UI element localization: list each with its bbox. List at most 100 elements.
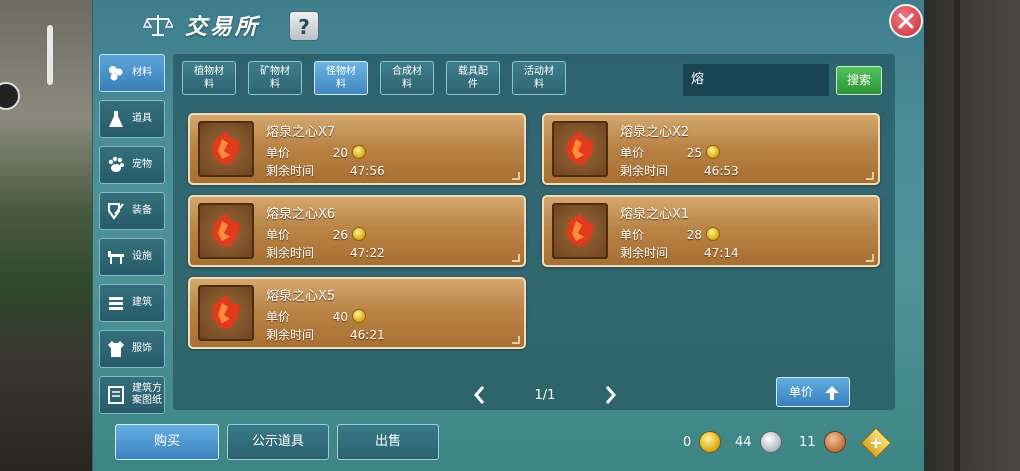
price-row: 单价 40 [266, 308, 366, 325]
tab-label: 怪物材料 [326, 66, 356, 90]
plus-icon: + [869, 433, 883, 452]
copper-amount: 11 [799, 434, 816, 450]
category-label: 服饰 [132, 343, 152, 354]
lava-heart-icon [566, 213, 594, 247]
time-value: 47:14 [704, 246, 739, 260]
tab-event-materials[interactable]: 活动材料 [512, 61, 566, 95]
category-facilities[interactable]: 设施 [99, 238, 165, 276]
category-materials[interactable]: 材料 [99, 54, 165, 92]
category-buildings[interactable]: 建筑 [99, 284, 165, 322]
building-icon [109, 297, 123, 310]
silver-amount: 44 [735, 434, 752, 450]
potion-icon [109, 111, 123, 127]
time-value: 47:56 [350, 164, 385, 178]
tab-vehicle-parts[interactable]: 载具配件 [446, 61, 500, 95]
time-row: 剩余时间 46:21 [266, 326, 385, 343]
price-row: 单价 25 [620, 144, 720, 161]
chevron-left-icon[interactable] [470, 383, 490, 407]
tab-plant-materials[interactable]: 植物材料 [182, 61, 236, 95]
gold-coin-icon [352, 309, 366, 323]
gold-coin-icon [706, 145, 720, 159]
time-row: 剩余时间 46:53 [620, 162, 739, 179]
expand-corner-icon [512, 254, 520, 262]
category-label: 建筑方案图纸 [132, 383, 162, 406]
gold-coin-icon [699, 431, 722, 453]
time-label: 剩余时间 [266, 328, 315, 342]
category-label: 设施 [132, 251, 152, 262]
close-button[interactable] [889, 4, 923, 38]
side-handle[interactable] [47, 25, 53, 85]
price-row: 单价 26 [266, 226, 366, 243]
item-name: 熔泉之心X7 [266, 125, 336, 140]
silver-coin-icon [759, 431, 782, 453]
price-row: 单价 28 [620, 226, 720, 243]
add-currency-button[interactable]: + [860, 427, 892, 459]
category-pets[interactable]: 宠物 [99, 146, 165, 184]
item-name: 熔泉之心X2 [620, 125, 690, 140]
scales-icon [143, 15, 173, 36]
time-value: 47:22 [350, 246, 385, 260]
tab-label: 植物材料 [194, 66, 224, 90]
category-blueprints[interactable]: 建筑方案图纸 [99, 376, 165, 414]
chat-bubble-icon[interactable] [0, 82, 20, 110]
item-name: 熔泉之心X1 [620, 207, 690, 222]
item-icon [552, 203, 608, 259]
window-title: 交易所 [185, 15, 261, 40]
tab-label: 合成材料 [392, 66, 422, 90]
item-icon [552, 121, 608, 177]
buy-tab-button[interactable]: 购买 [115, 424, 219, 460]
time-label: 剩余时间 [266, 246, 315, 260]
listing-card[interactable]: 熔泉之心X6 单价 26 剩余时间 47:22 [188, 195, 526, 267]
time-label: 剩余时间 [620, 246, 669, 260]
category-label: 道具 [132, 113, 152, 124]
title-bar: 交易所 [143, 8, 260, 42]
clothing-icon [108, 341, 124, 357]
item-name: 熔泉之心X5 [266, 289, 336, 304]
tab-monster-materials[interactable]: 怪物材料 [314, 61, 368, 95]
equipment-icon [108, 203, 124, 220]
expand-corner-icon [512, 172, 520, 180]
game-background-left [0, 0, 92, 471]
price-label: 单价 [620, 146, 645, 160]
time-row: 剩余时间 47:22 [266, 244, 385, 261]
tab-label: 矿物材料 [260, 66, 290, 90]
category-label: 装备 [132, 205, 152, 216]
lava-heart-icon [212, 295, 240, 329]
sell-tab-button[interactable]: 出售 [337, 424, 439, 460]
search-button[interactable]: 搜索 [836, 66, 882, 95]
expand-corner-icon [866, 172, 874, 180]
price-label: 单价 [620, 228, 645, 242]
tab-label: 活动材料 [524, 66, 554, 90]
chevron-right-icon[interactable] [600, 383, 620, 407]
tab-crafted-materials[interactable]: 合成材料 [380, 61, 434, 95]
listing-card[interactable]: 熔泉之心X1 单价 28 剩余时间 47:14 [542, 195, 880, 267]
materials-icon [109, 66, 123, 81]
listing-card[interactable]: 熔泉之心X2 单价 25 剩余时间 46:53 [542, 113, 880, 185]
sort-by-price-button[interactable]: 单价 [776, 377, 850, 407]
search-input[interactable]: 熔 [682, 63, 830, 97]
listing-card[interactable]: 熔泉之心X5 单价 40 剩余时间 46:21 [188, 277, 526, 349]
lava-heart-icon [212, 131, 240, 165]
category-equipment[interactable]: 装备 [99, 192, 165, 230]
item-icon [198, 285, 254, 341]
category-label: 宠物 [132, 159, 152, 170]
category-items[interactable]: 道具 [99, 100, 165, 138]
listing-card[interactable]: 熔泉之心X7 单价 20 剩余时间 47:56 [188, 113, 526, 185]
time-row: 剩余时间 47:14 [620, 244, 739, 261]
category-label: 建筑 [132, 297, 152, 308]
category-label: 材料 [132, 67, 152, 78]
price-label: 单价 [266, 228, 291, 242]
exchange-window: 交易所 ? 材料 道具 宠物 装备 设施 建筑 服饰 建筑方案图纸 植物材料 矿… [92, 0, 924, 471]
sort-arrow-icon [825, 386, 839, 400]
gold-coin-icon [352, 145, 366, 159]
paw-icon [108, 156, 124, 172]
category-clothing[interactable]: 服饰 [99, 330, 165, 368]
time-label: 剩余时间 [266, 164, 315, 178]
price-value: 20 [332, 146, 348, 160]
time-value: 46:53 [704, 164, 739, 178]
help-button[interactable]: ? [289, 11, 319, 41]
tab-mineral-materials[interactable]: 矿物材料 [248, 61, 302, 95]
blueprint-icon [108, 386, 124, 404]
game-background-right [924, 0, 1020, 471]
showcase-tab-button[interactable]: 公示道具 [227, 424, 329, 460]
